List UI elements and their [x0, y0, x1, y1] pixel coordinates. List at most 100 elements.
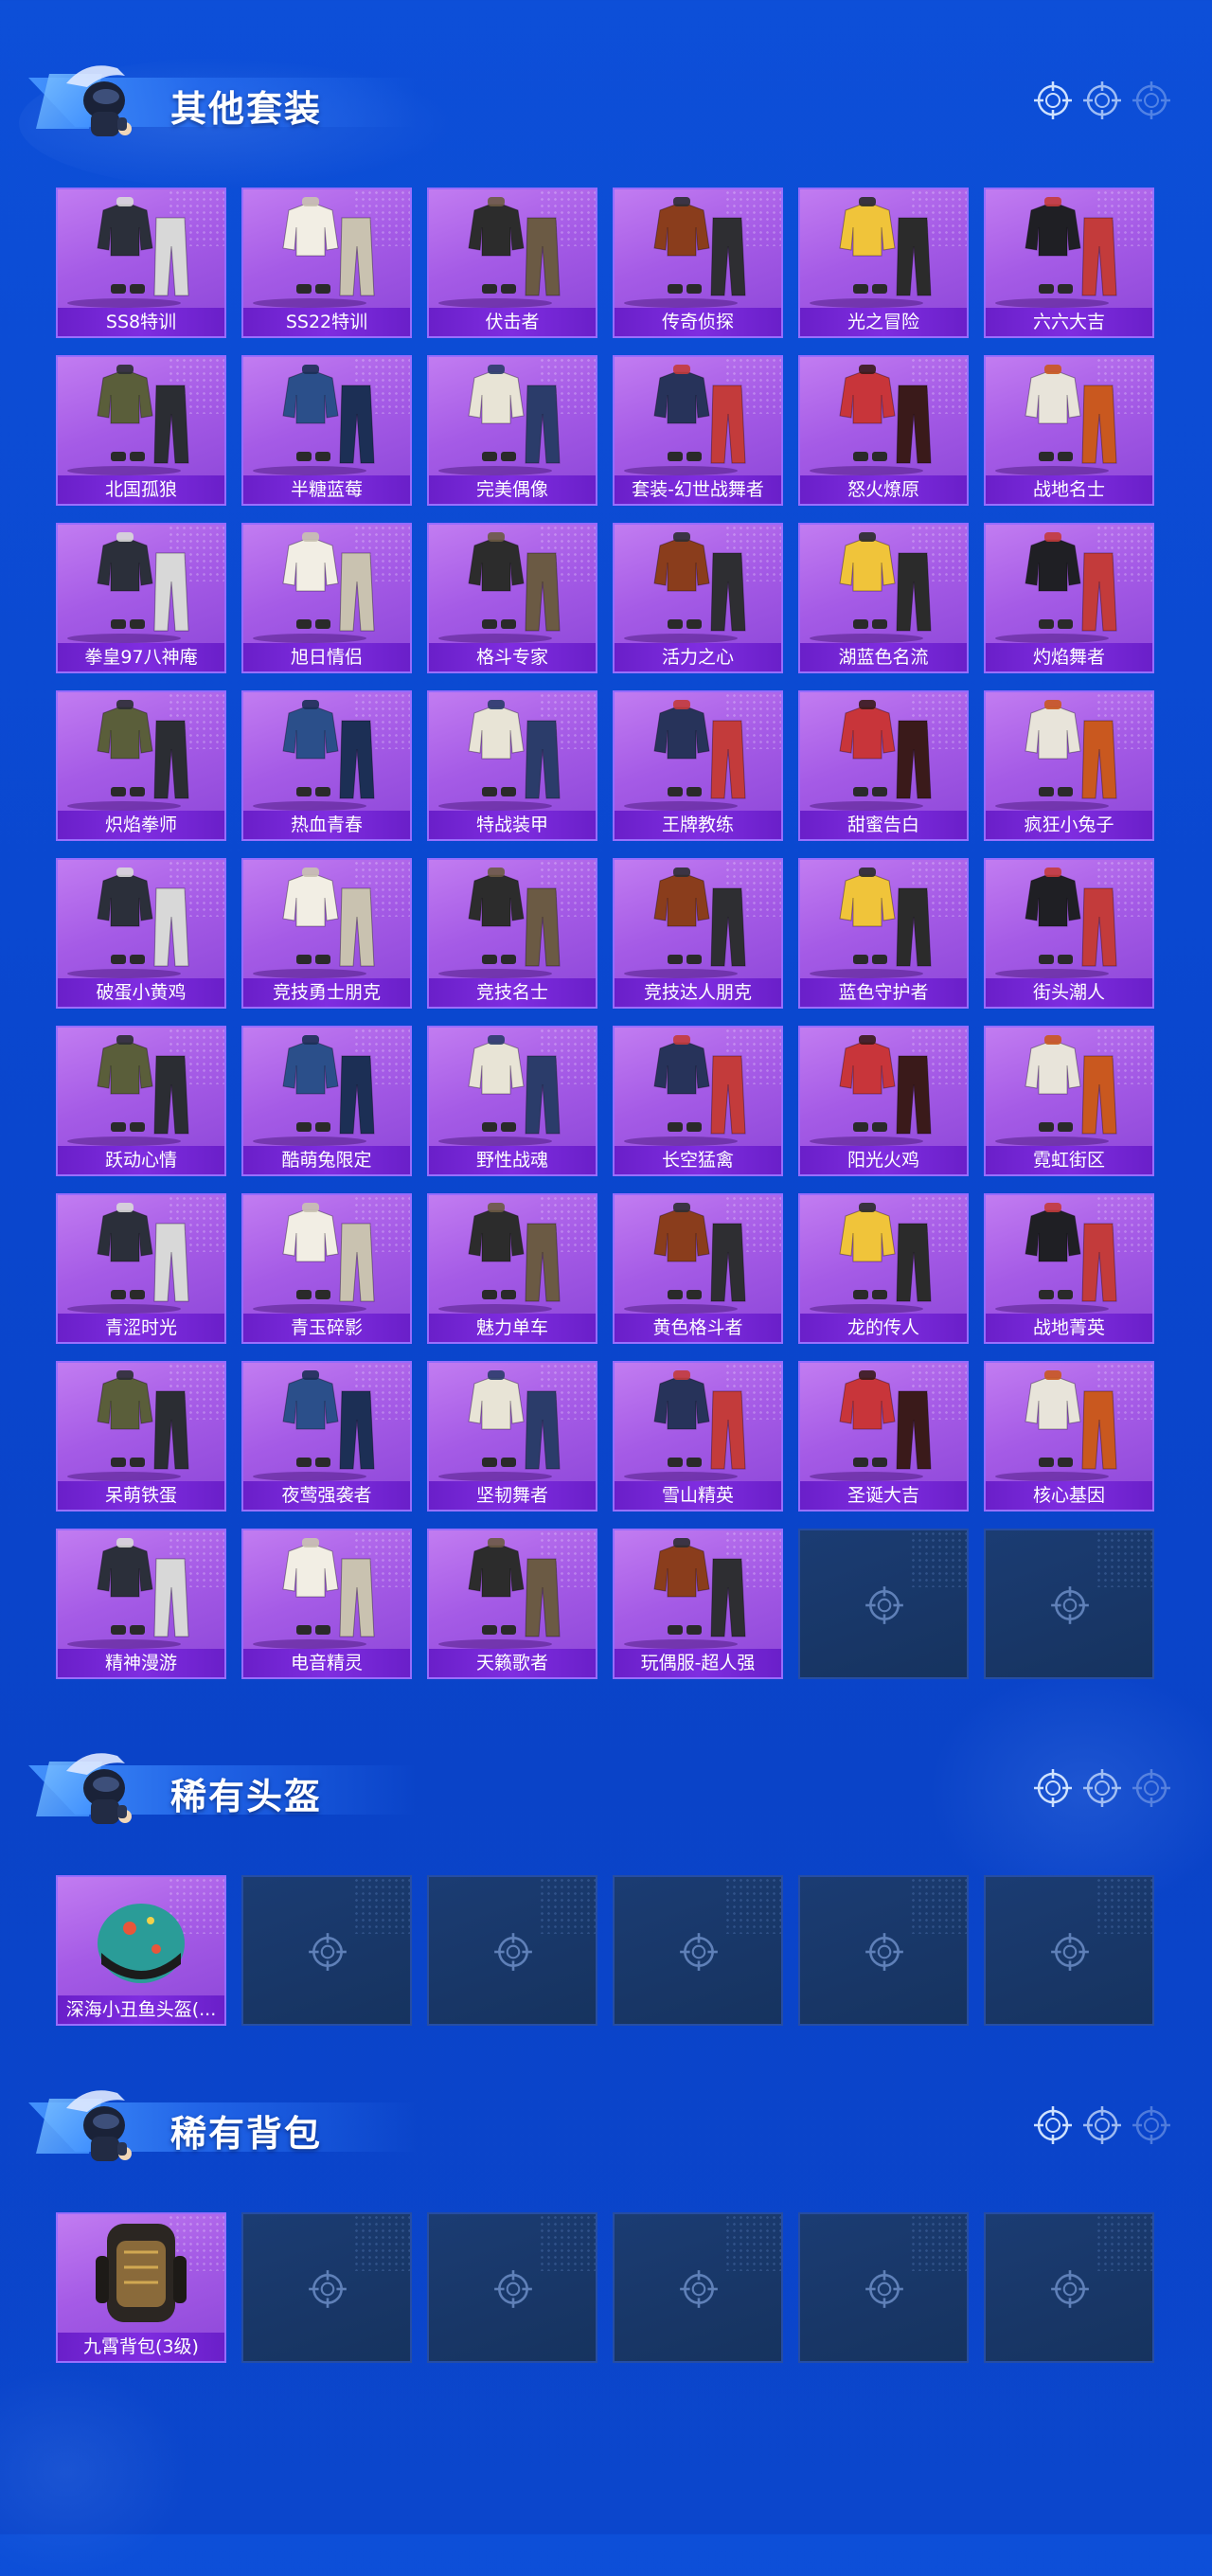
- item-card[interactable]: 完美偶像: [427, 355, 597, 506]
- item-label: 炽焰拳师: [58, 811, 224, 839]
- item-card[interactable]: 深海小丑鱼头盔(...: [56, 1875, 226, 2026]
- item-card[interactable]: 霓虹街区: [984, 1026, 1154, 1176]
- outfit-icon: [58, 692, 224, 812]
- outfit-icon: [58, 1195, 224, 1315]
- item-label: 灼焰舞者: [986, 643, 1152, 671]
- item-card[interactable]: 炽焰拳师: [56, 690, 226, 841]
- item-card[interactable]: 伏击者: [427, 188, 597, 338]
- outfit-icon: [58, 1530, 224, 1650]
- outfit-icon: [615, 860, 781, 979]
- item-label: 套装-幻世战舞者: [615, 475, 781, 504]
- item-label: 核心基因: [986, 1481, 1152, 1510]
- item-card[interactable]: 王牌教练: [613, 690, 783, 841]
- outfit-icon: [243, 692, 410, 812]
- item-card[interactable]: 坚韧舞者: [427, 1361, 597, 1512]
- item-label: 竞技名士: [429, 978, 596, 1007]
- item-label: 格斗专家: [429, 643, 596, 671]
- item-card[interactable]: 野性战魂: [427, 1026, 597, 1176]
- outfit-icon: [615, 1028, 781, 1147]
- item-label: 北国孤狼: [58, 475, 224, 504]
- item-card[interactable]: 灼焰舞者: [984, 523, 1154, 673]
- item-card[interactable]: 蓝色守护者: [798, 858, 969, 1009]
- item-card[interactable]: 长空猛禽: [613, 1026, 783, 1176]
- item-card[interactable]: 电音精灵: [241, 1529, 412, 1679]
- item-card[interactable]: 特战装甲: [427, 690, 597, 841]
- empty-slot: [984, 1875, 1154, 2026]
- item-card[interactable]: 竞技名士: [427, 858, 597, 1009]
- outfit-icon: [800, 860, 967, 979]
- section-header: 其他套装: [28, 45, 1184, 150]
- item-card[interactable]: 竞技勇士朋克: [241, 858, 412, 1009]
- item-card[interactable]: 湖蓝色名流: [798, 523, 969, 673]
- item-card[interactable]: 北国孤狼: [56, 355, 226, 506]
- item-card[interactable]: 九霄背包(3级): [56, 2212, 226, 2363]
- item-label: 野性战魂: [429, 1146, 596, 1174]
- crosshair-icon: [1032, 1767, 1074, 1809]
- item-card[interactable]: 六六大吉: [984, 188, 1154, 338]
- item-card[interactable]: 传奇侦探: [613, 188, 783, 338]
- item-card[interactable]: 呆萌铁蛋: [56, 1361, 226, 1512]
- item-card[interactable]: 疯狂小兔子: [984, 690, 1154, 841]
- outfit-icon: [986, 1028, 1152, 1147]
- item-card[interactable]: 光之冒险: [798, 188, 969, 338]
- item-card[interactable]: 跃动心情: [56, 1026, 226, 1176]
- item-label: 湖蓝色名流: [800, 643, 967, 671]
- item-card[interactable]: 玩偶服-超人强: [613, 1529, 783, 1679]
- item-label: 龙的传人: [800, 1314, 967, 1342]
- item-card[interactable]: 活力之心: [613, 523, 783, 673]
- header-decor: [1032, 2104, 1174, 2150]
- empty-slot: [798, 1529, 969, 1679]
- item-card[interactable]: 热血青春: [241, 690, 412, 841]
- item-card[interactable]: 甜蜜告白: [798, 690, 969, 841]
- item-card[interactable]: 街头潮人: [984, 858, 1154, 1009]
- item-label: 黄色格斗者: [615, 1314, 781, 1342]
- item-card[interactable]: 拳皇97八神庵: [56, 523, 226, 673]
- item-card[interactable]: 圣诞大吉: [798, 1361, 969, 1512]
- item-card[interactable]: 核心基因: [984, 1361, 1154, 1512]
- item-card[interactable]: 天籁歌者: [427, 1529, 597, 1679]
- crosshair-icon: [1032, 80, 1074, 121]
- item-card[interactable]: 半糖蓝莓: [241, 355, 412, 506]
- item-card[interactable]: 精神漫游: [56, 1529, 226, 1679]
- outfit-icon: [58, 357, 224, 476]
- item-card[interactable]: SS22特训: [241, 188, 412, 338]
- item-card[interactable]: 竞技达人朋克: [613, 858, 783, 1009]
- item-label: 旭日情侣: [243, 643, 410, 671]
- outfit-icon: [986, 189, 1152, 309]
- item-card[interactable]: 青涩时光: [56, 1193, 226, 1344]
- item-label: 呆萌铁蛋: [58, 1481, 224, 1510]
- outfit-icon: [429, 1530, 596, 1650]
- item-card[interactable]: 龙的传人: [798, 1193, 969, 1344]
- crosshair-icon: [677, 2267, 721, 2311]
- item-card[interactable]: 青玉碎影: [241, 1193, 412, 1344]
- crosshair-icon: [863, 2267, 906, 2311]
- item-card[interactable]: 怒火燎原: [798, 355, 969, 506]
- item-card[interactable]: 旭日情侣: [241, 523, 412, 673]
- section-title: 稀有头盔: [170, 1776, 323, 1817]
- item-card[interactable]: 酷萌兔限定: [241, 1026, 412, 1176]
- item-label: 活力之心: [615, 643, 781, 671]
- item-card[interactable]: 魅力单车: [427, 1193, 597, 1344]
- section-title: 稀有背包: [170, 2113, 323, 2155]
- parachute-soldier-icon: [59, 55, 142, 146]
- item-label: 阳光火鸡: [800, 1146, 967, 1174]
- item-label: 夜莺强袭者: [243, 1481, 410, 1510]
- item-card[interactable]: 战地菁英: [984, 1193, 1154, 1344]
- item-card[interactable]: 雪山精英: [613, 1361, 783, 1512]
- item-card[interactable]: 夜莺强袭者: [241, 1361, 412, 1512]
- outfit-icon: [58, 1028, 224, 1147]
- item-card[interactable]: 黄色格斗者: [613, 1193, 783, 1344]
- item-card[interactable]: 破蛋小黄鸡: [56, 858, 226, 1009]
- outfit-icon: [986, 692, 1152, 812]
- item-card[interactable]: 战地名士: [984, 355, 1154, 506]
- item-card[interactable]: 格斗专家: [427, 523, 597, 673]
- item-card[interactable]: 阳光火鸡: [798, 1026, 969, 1176]
- item-card[interactable]: SS8特训: [56, 188, 226, 338]
- outfit-icon: [800, 357, 967, 476]
- section-header: 稀有背包: [28, 2070, 1184, 2174]
- outfit-icon: [800, 189, 967, 309]
- item-label: 六六大吉: [986, 308, 1152, 336]
- item-label: 精神漫游: [58, 1649, 224, 1677]
- helmet-icon: [58, 1877, 224, 1996]
- item-card[interactable]: 套装-幻世战舞者: [613, 355, 783, 506]
